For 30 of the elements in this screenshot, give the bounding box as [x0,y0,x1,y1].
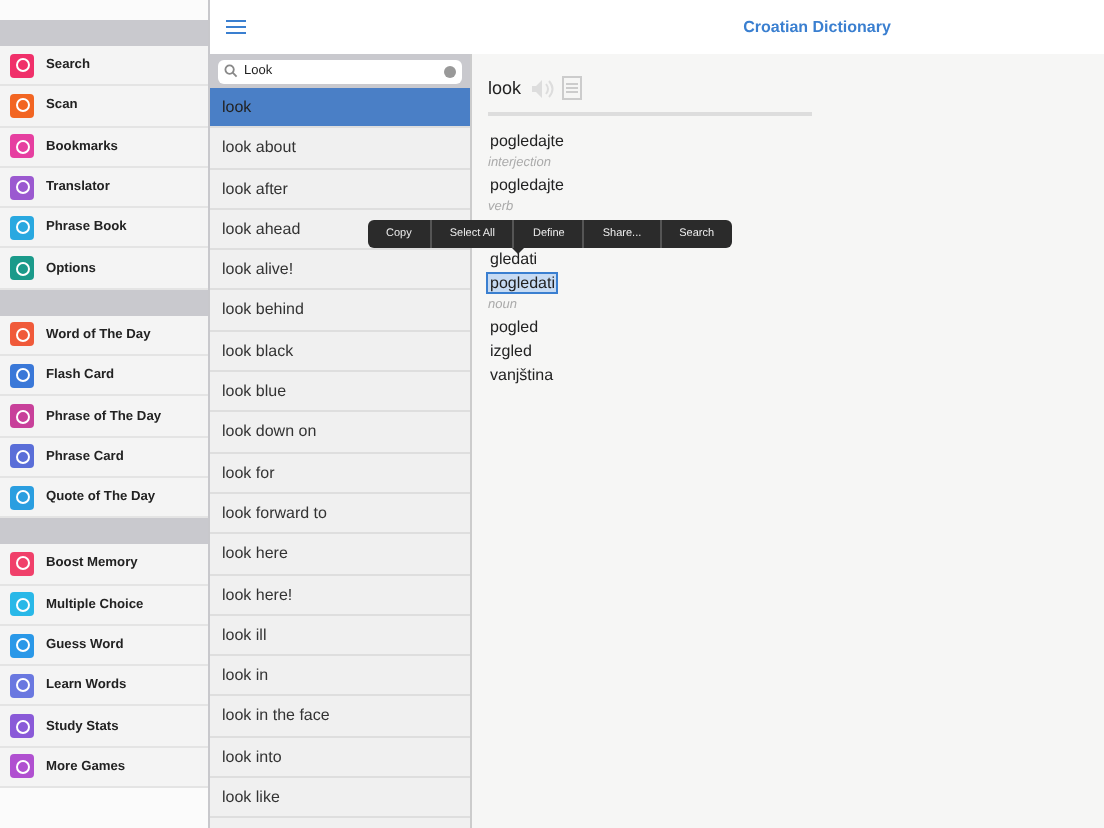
result-item[interactable]: look blue [210,372,470,413]
result-item[interactable]: look in the face [210,696,470,738]
result-item[interactable]: look here [210,534,470,576]
result-item[interactable]: look here! [210,575,470,616]
result-item[interactable]: look [210,88,470,129]
result-item[interactable]: look forward to [210,493,470,535]
translation-word: pogled [488,317,541,335]
app-title: Croatian Dictionary [741,18,893,36]
translation-word: gledati [488,249,540,267]
result-item[interactable]: look for [210,453,470,494]
clear-icon[interactable] [444,65,456,77]
result-item[interactable]: look black [210,331,470,373]
headword: look [488,78,522,98]
translation-word: pogledati [488,273,557,291]
result-item[interactable]: look alive! [210,250,470,291]
result-item[interactable]: look down on [210,412,470,454]
translation-word: izgled [488,341,534,359]
menu-icon[interactable] [226,19,246,35]
result-item[interactable]: look in [210,656,470,697]
result-item[interactable]: look after [210,169,470,210]
result-item[interactable]: look ill [210,615,470,657]
translation-word: vanjština [488,365,556,383]
translation-word: pogledajte [488,175,566,193]
result-item[interactable]: look behind [210,290,470,332]
result-item[interactable]: look like [210,778,470,819]
result-item[interactable]: look about [210,128,470,170]
translation-word: pogledajte [488,131,566,149]
document-icon[interactable] [561,76,582,100]
result-item[interactable]: look into [210,737,470,779]
search-icon [224,64,238,78]
